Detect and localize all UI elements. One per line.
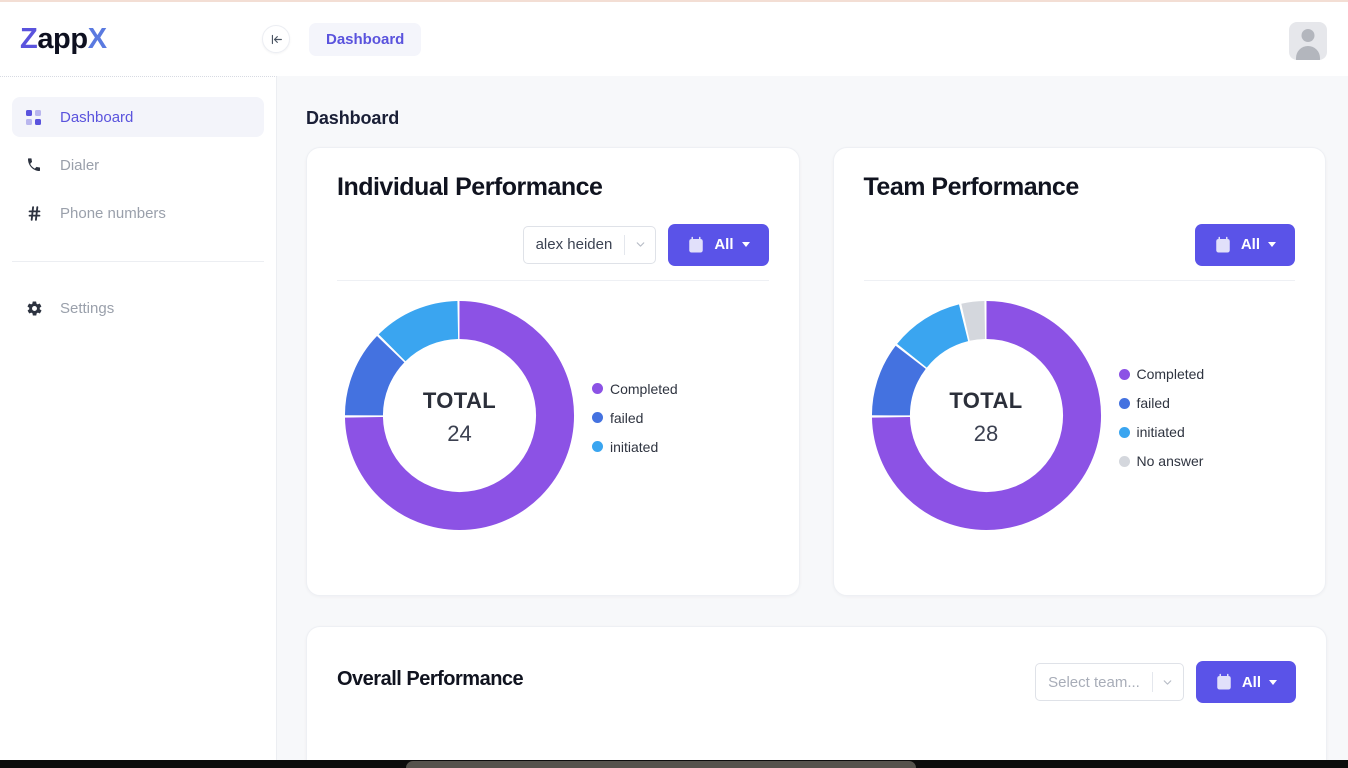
caret-down-icon: [1269, 679, 1277, 685]
gear-icon: [26, 300, 48, 317]
app-logo[interactable]: ZappX: [0, 22, 277, 55]
sidebar-item-dashboard[interactable]: Dashboard: [12, 97, 264, 137]
card-title: Individual Performance: [337, 173, 603, 201]
team-select[interactable]: Select team...: [1035, 663, 1184, 701]
donut-svg: [344, 300, 575, 530]
calendar-icon: [689, 236, 704, 252]
hash-icon: [26, 205, 48, 222]
sidebar-item-settings[interactable]: Settings: [12, 288, 264, 328]
legend-item[interactable]: initiated: [592, 439, 678, 455]
individual-donut-chart: TOTAL 24: [337, 293, 582, 543]
legend-label: initiated: [1136, 424, 1185, 440]
sidebar-item-label: Dashboard: [60, 108, 134, 126]
overall-card-controls: Select team... All: [1035, 661, 1296, 703]
page-title: Dashboard: [306, 108, 400, 128]
legend-color-dot: [1118, 455, 1130, 467]
caret-down-icon: [741, 242, 750, 247]
overall-performance-card: Overall Performance Select team... All: [306, 626, 1327, 768]
logo-prefix: Z: [20, 22, 38, 55]
chevron-down-icon: [1153, 676, 1183, 689]
logo-mid: app: [37, 22, 88, 55]
agent-select[interactable]: alex heiden: [522, 225, 657, 264]
donut-segment: [344, 300, 575, 530]
legend-item[interactable]: Completed: [1118, 366, 1205, 382]
avatar[interactable]: [1289, 22, 1327, 60]
date-filter-label: All: [1240, 236, 1260, 253]
overall-date-filter-button[interactable]: All: [1195, 661, 1296, 703]
calendar-icon: [1217, 673, 1231, 690]
individual-chart-legend: Completed failed initiated: [592, 381, 678, 455]
legend-color-dot: [1118, 368, 1130, 380]
legend-label: No answer: [1136, 453, 1204, 469]
main-content: Dashboard Individual Performance alex he…: [277, 76, 1348, 768]
team-chart-legend: Completed failed initiated No answer: [1118, 366, 1205, 469]
legend-color-dot: [592, 412, 603, 423]
legend-item[interactable]: initiated: [1118, 424, 1205, 440]
legend-item[interactable]: failed: [1118, 395, 1205, 411]
chevron-down-icon: [625, 238, 655, 251]
date-filter-label: All: [714, 236, 734, 253]
app-root: ZappX Dashboard Dashboard Dialer Phone n…: [0, 0, 1348, 768]
sidebar-divider: [12, 261, 264, 262]
breadcrumb[interactable]: Dashboard: [309, 22, 422, 56]
phone-icon: [26, 157, 48, 173]
sidebar-item-label: Phone numbers: [60, 204, 166, 222]
sidebar: Dashboard Dialer Phone numbers Settings: [0, 76, 277, 768]
team-donut-chart: TOTAL 28: [864, 293, 1109, 543]
sidebar-item-label: Dialer: [60, 156, 100, 174]
caret-down-icon: [1268, 242, 1276, 247]
legend-color-dot: [1118, 397, 1130, 409]
legend-label: Completed: [610, 380, 678, 397]
legend-color-dot: [1118, 426, 1130, 438]
legend-item[interactable]: No answer: [1118, 453, 1205, 469]
legend-label: Completed: [1136, 366, 1205, 382]
sidebar-item-label: Settings: [60, 299, 115, 317]
avatar-body-icon: [1296, 46, 1320, 60]
donut-svg: [871, 300, 1101, 530]
legend-label: failed: [610, 409, 644, 426]
grid-icon: [26, 109, 48, 125]
logo-suffix: X: [87, 22, 107, 55]
sidebar-item-dialer[interactable]: Dialer: [12, 145, 264, 185]
sidebar-collapse-button[interactable]: [262, 25, 290, 53]
card-title: Overall Performance: [337, 668, 524, 690]
os-bottom-tab: [406, 761, 916, 768]
team-performance-card: Team Performance All TOTAL 28 Completed …: [832, 147, 1326, 596]
individual-chart-area: TOTAL 24 Completed failed initiated: [337, 293, 769, 543]
legend-color-dot: [592, 441, 603, 452]
date-filter-label: All: [1241, 673, 1261, 691]
legend-label: failed: [1136, 395, 1170, 411]
top-bar: ZappX Dashboard: [0, 2, 1348, 76]
performance-cards-row: Individual Performance alex heiden All T…: [306, 147, 1326, 596]
legend-item[interactable]: failed: [592, 410, 678, 426]
legend-color-dot: [592, 383, 603, 394]
collapse-left-icon: [271, 34, 282, 44]
sidebar-item-phone-numbers[interactable]: Phone numbers: [12, 193, 264, 233]
team-date-filter-button[interactable]: All: [1194, 223, 1295, 266]
legend-label: initiated: [610, 438, 659, 455]
individual-date-filter-button[interactable]: All: [668, 223, 769, 266]
team-chart-area: TOTAL 28 Completed failed initiated No answ…: [864, 293, 1296, 543]
legend-item[interactable]: Completed: [592, 381, 678, 397]
individual-card-controls: alex heiden All: [337, 223, 769, 281]
card-title: Team Performance: [863, 173, 1080, 201]
team-card-controls: All: [863, 223, 1295, 281]
team-select-placeholder: Select team...: [1048, 673, 1140, 691]
agent-select-value: alex heiden: [535, 236, 613, 253]
calendar-icon: [1216, 236, 1230, 252]
avatar-head-icon: [1301, 29, 1315, 42]
individual-performance-card: Individual Performance alex heiden All T…: [306, 147, 800, 596]
